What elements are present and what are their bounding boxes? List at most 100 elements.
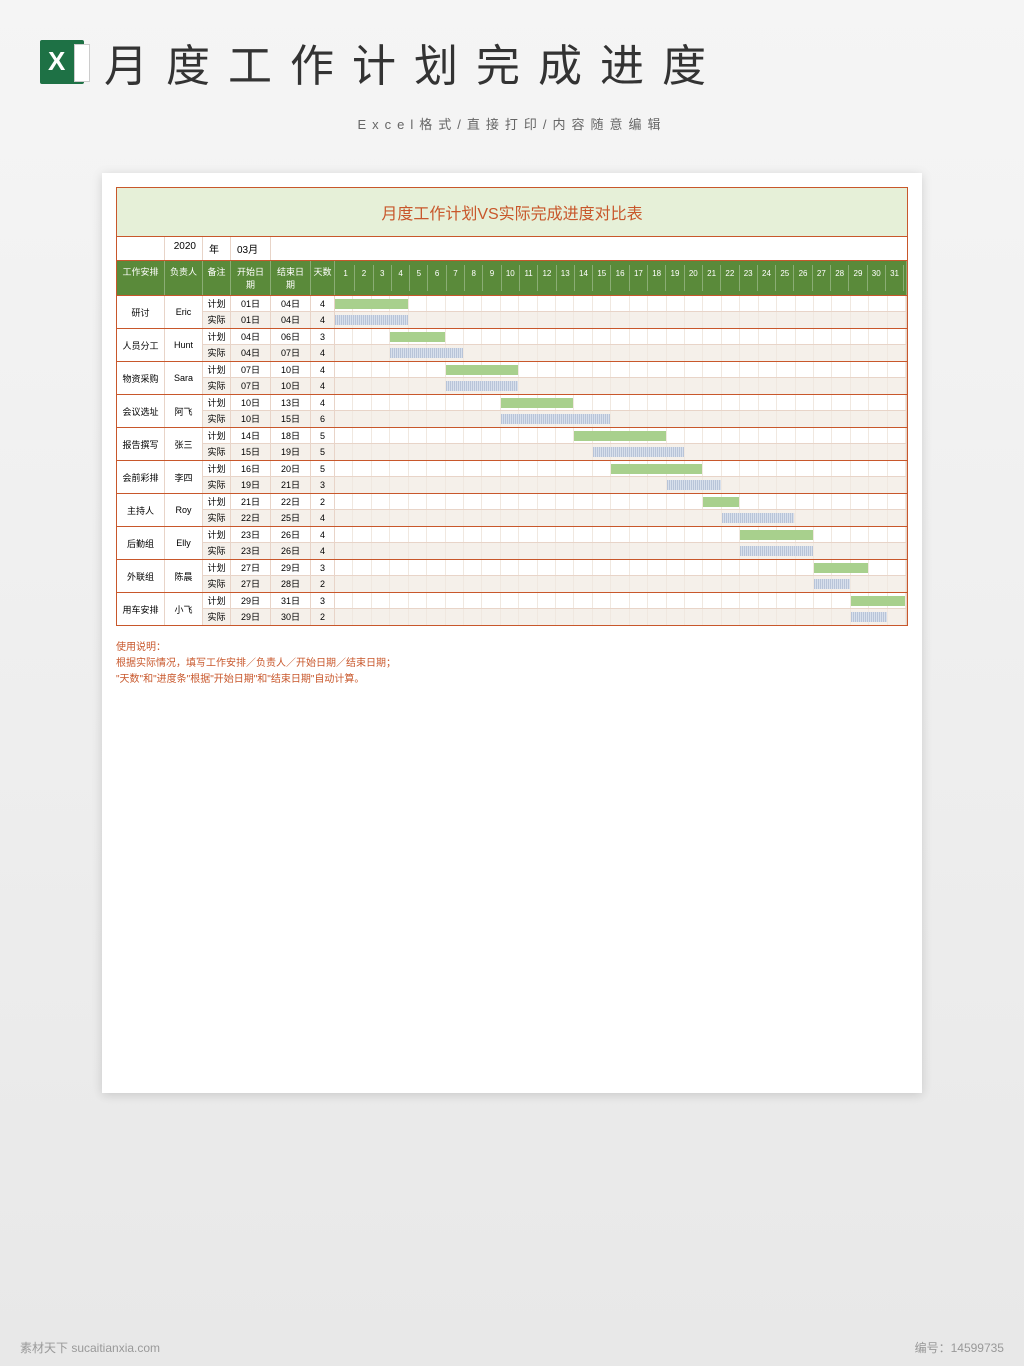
task-owner: Hunt	[165, 329, 203, 361]
actual-end: 15日	[271, 411, 311, 427]
actual-gantt	[335, 543, 907, 559]
actual-end: 28日	[271, 576, 311, 592]
actual-days: 2	[311, 576, 335, 592]
hdr-days: 天数	[311, 261, 335, 295]
row-label: 计划	[203, 362, 231, 377]
actual-row: 实际 15日 19日 5	[203, 444, 907, 460]
row-label: 计划	[203, 395, 231, 410]
day-col: 17	[630, 265, 648, 291]
month-value: 03月	[231, 237, 271, 260]
actual-start: 23日	[231, 543, 271, 559]
day-col: 14	[575, 265, 593, 291]
actual-end: 30日	[271, 609, 311, 625]
page-title: 月度工作计划完成进度	[104, 30, 724, 94]
actual-end: 10日	[271, 378, 311, 394]
day-col: 21	[703, 265, 721, 291]
day-col: 28	[831, 265, 849, 291]
plan-gantt	[335, 560, 907, 575]
actual-end: 26日	[271, 543, 311, 559]
plan-days: 3	[311, 593, 335, 608]
actual-bar	[667, 480, 722, 490]
task-row: 物资采购 Sara 计划 07日 10日 4 实际 07日 10日 4	[116, 362, 908, 395]
row-label: 计划	[203, 329, 231, 344]
plan-bar	[740, 530, 814, 540]
row-label: 计划	[203, 494, 231, 509]
day-col: 15	[593, 265, 611, 291]
day-col: 1	[337, 265, 355, 291]
actual-gantt	[335, 510, 907, 526]
day-col: 3	[374, 265, 392, 291]
excel-icon	[40, 40, 84, 84]
spreadsheet: 月度工作计划VS实际完成进度对比表 2020 年 03月 工作安排 负责人 备注…	[102, 173, 922, 1093]
plan-row: 计划 10日 13日 4	[203, 395, 907, 411]
plan-bar	[574, 431, 666, 441]
row-label: 实际	[203, 576, 231, 592]
task-row: 人员分工 Hunt 计划 04日 06日 3 实际 04日 07日 4	[116, 329, 908, 362]
actual-row: 实际 23日 26日 4	[203, 543, 907, 559]
plan-end: 26日	[271, 527, 311, 542]
plan-end: 13日	[271, 395, 311, 410]
actual-start: 07日	[231, 378, 271, 394]
actual-start: 19日	[231, 477, 271, 493]
actual-days: 2	[311, 609, 335, 625]
plan-bar	[446, 365, 520, 375]
task-name: 会前彩排	[117, 461, 165, 493]
plan-row: 计划 23日 26日 4	[203, 527, 907, 543]
actual-row: 实际 19日 21日 3	[203, 477, 907, 493]
task-row: 主持人 Roy 计划 21日 22日 2 实际 22日 25日 4	[116, 494, 908, 527]
actual-gantt	[335, 378, 907, 394]
row-label: 计划	[203, 527, 231, 542]
actual-gantt	[335, 411, 907, 427]
footer-right: 编号：14599735	[915, 1339, 1004, 1356]
actual-end: 04日	[271, 312, 311, 328]
page-header: 月度工作计划完成进度 Excel格式/直接打印/内容随意编辑	[0, 0, 1024, 153]
actual-start: 22日	[231, 510, 271, 526]
day-col: 25	[776, 265, 794, 291]
plan-gantt	[335, 329, 907, 344]
plan-end: 18日	[271, 428, 311, 443]
actual-end: 19日	[271, 444, 311, 460]
actual-days: 4	[311, 543, 335, 559]
notes-line1: 根据实际情况，填写工作安排／负责人／开始日期／结束日期；	[116, 656, 908, 672]
task-name: 报告撰写	[117, 428, 165, 460]
plan-bar	[851, 596, 906, 606]
notes-line2: "天数"和"进度条"根据"开始日期"和"结束日期"自动计算。	[116, 672, 908, 688]
plan-start: 14日	[231, 428, 271, 443]
plan-start: 27日	[231, 560, 271, 575]
actual-start: 15日	[231, 444, 271, 460]
plan-row: 计划 27日 29日 3	[203, 560, 907, 576]
row-label: 实际	[203, 411, 231, 427]
hdr-start: 开始日期	[231, 261, 271, 295]
row-label: 实际	[203, 510, 231, 526]
actual-bar	[851, 612, 888, 622]
day-col: 16	[611, 265, 629, 291]
task-name: 后勤组	[117, 527, 165, 559]
task-row: 用车安排 小飞 计划 29日 31日 3 实际 29日 30日 2	[116, 593, 908, 626]
hdr-owner: 负责人	[165, 261, 203, 295]
page-subtitle: Excel格式/直接打印/内容随意编辑	[40, 114, 984, 133]
row-label: 实际	[203, 378, 231, 394]
sheet-title: 月度工作计划VS实际完成进度对比表	[116, 187, 908, 237]
task-owner: 李四	[165, 461, 203, 493]
task-name: 用车安排	[117, 593, 165, 625]
actual-gantt	[335, 444, 907, 460]
task-row: 会前彩排 李四 计划 16日 20日 5 实际 19日 21日 3	[116, 461, 908, 494]
task-owner: Roy	[165, 494, 203, 526]
row-label: 实际	[203, 312, 231, 328]
plan-gantt	[335, 395, 907, 410]
plan-start: 29日	[231, 593, 271, 608]
actual-days: 5	[311, 444, 335, 460]
row-label: 计划	[203, 461, 231, 476]
day-col: 11	[520, 265, 538, 291]
actual-bar	[446, 381, 520, 391]
row-label: 实际	[203, 345, 231, 361]
actual-days: 6	[311, 411, 335, 427]
row-label: 实际	[203, 444, 231, 460]
plan-start: 10日	[231, 395, 271, 410]
plan-bar	[390, 332, 445, 342]
plan-start: 01日	[231, 296, 271, 311]
actual-row: 实际 07日 10日 4	[203, 378, 907, 394]
footer-left: 素材天下 sucaitianxia.com	[20, 1339, 160, 1356]
usage-notes: 使用说明： 根据实际情况，填写工作安排／负责人／开始日期／结束日期； "天数"和…	[116, 640, 908, 688]
day-col: 26	[794, 265, 812, 291]
